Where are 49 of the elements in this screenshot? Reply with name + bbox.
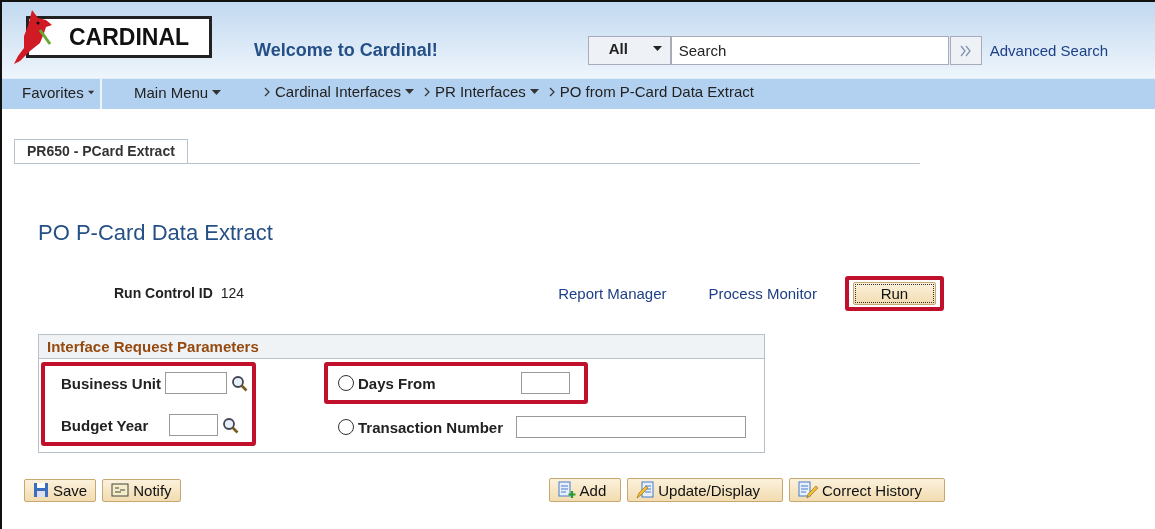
toolbar-button[interactable]: Save <box>24 478 97 502</box>
document-pencil-icon <box>797 481 818 499</box>
radio-label: Transaction Number <box>358 418 505 436</box>
search-field[interactable]: Search <box>670 36 949 65</box>
input-field[interactable] <box>516 416 746 438</box>
input-field[interactable] <box>169 414 218 436</box>
toolbar-button[interactable]: Add <box>548 478 622 502</box>
radio-label: Days From <box>358 374 437 392</box>
search-scope-dropdown[interactable]: All <box>587 36 671 65</box>
toolbar-button[interactable]: Notify <box>102 478 181 502</box>
document-pencil-icon <box>636 481 655 499</box>
caret-icon <box>529 89 539 94</box>
search-icon[interactable] <box>222 416 239 434</box>
radio-button[interactable] <box>338 419 354 435</box>
double-chevron-icon <box>959 44 972 57</box>
caret-icon <box>652 46 662 51</box>
chevron-icon <box>423 86 430 97</box>
page-link[interactable]: Report Manager <box>558 284 667 302</box>
input-field[interactable] <box>521 372 570 394</box>
caret-icon <box>212 89 222 95</box>
field-label: Budget Year <box>61 416 150 434</box>
caret-icon <box>87 89 94 95</box>
chevron-icon <box>264 86 270 97</box>
document-plus-icon <box>557 481 576 499</box>
chevron-icon <box>548 86 555 97</box>
page-title: PO P-Card Data Extract <box>38 220 274 246</box>
panel-header: Interface Request Parameters <box>39 335 764 359</box>
field-label: Run Control ID <box>114 285 213 301</box>
caret-icon <box>404 89 414 94</box>
field-value: 124 <box>220 285 245 301</box>
field-label: Business Unit <box>61 374 162 392</box>
radio-button[interactable] <box>338 375 354 391</box>
toolbar-button[interactable]: Correct History <box>788 478 945 502</box>
page-tab[interactable]: PR650 - PCard Extract <box>14 139 188 163</box>
search-go-button[interactable] <box>949 36 982 65</box>
message-icon <box>111 483 130 497</box>
search-icon[interactable] <box>231 374 249 392</box>
toolbar-button[interactable]: Update/Display <box>627 478 783 502</box>
page-link[interactable]: Process Monitor <box>708 284 817 302</box>
breadcrumb-link[interactable]: Cardinal Interfaces <box>275 83 414 100</box>
favorites-menu[interactable]: Favorites <box>2 79 102 109</box>
input-field[interactable] <box>165 372 228 394</box>
breadcrumb-link[interactable]: PR Interfaces <box>434 83 539 100</box>
run-button[interactable]: Run <box>852 281 936 305</box>
welcome-title: Welcome to Cardinal! <box>254 40 438 61</box>
main-menu[interactable]: Main Menu <box>128 79 248 109</box>
advanced-search-link[interactable]: Advanced Search <box>989 42 1109 59</box>
logo: CARDINAL <box>26 16 212 58</box>
breadcrumb-link[interactable]: PO from P-Card Data Extract <box>559 83 754 100</box>
